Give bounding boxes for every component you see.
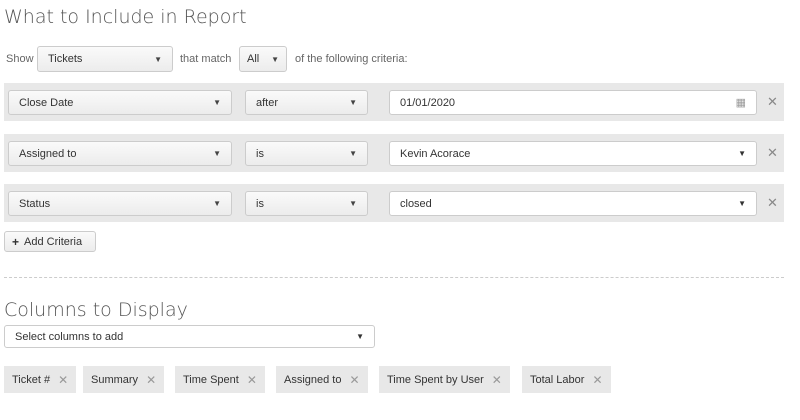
caret-down-icon: ▼ [349, 149, 357, 158]
caret-down-icon: ▼ [154, 54, 162, 64]
caret-down-icon: ▼ [738, 199, 746, 208]
remove-criteria-icon[interactable]: ✕ [767, 145, 778, 161]
column-chip: Summary ✕ [83, 366, 165, 393]
columns-select[interactable]: Select columns to add ▼ [4, 325, 375, 348]
column-chip-label: Time Spent by User [387, 373, 484, 386]
criteria-value: 01/01/2020 [400, 96, 456, 109]
match-select[interactable]: All ▼ [239, 46, 287, 72]
column-chip: Total Labor ✕ [522, 366, 611, 393]
columns-placeholder: Select columns to add [15, 330, 124, 343]
criteria-value-input[interactable]: closed ▼ [389, 191, 757, 216]
remove-criteria-icon[interactable]: ✕ [767, 94, 778, 110]
calendar-icon[interactable]: ▦ [736, 96, 746, 109]
remove-column-icon[interactable]: ✕ [592, 373, 602, 387]
caret-down-icon: ▼ [738, 149, 746, 158]
caret-down-icon: ▼ [213, 98, 221, 107]
remove-column-icon[interactable]: ✕ [247, 373, 257, 387]
column-chip: Time Spent by User ✕ [379, 366, 510, 393]
criteria-value: Kevin Acorace [400, 147, 471, 160]
add-criteria-label: Add Criteria [24, 235, 83, 248]
section-title-columns: Columns to Display [4, 299, 188, 321]
operator-value: after [256, 96, 279, 109]
remove-column-icon[interactable]: ✕ [492, 373, 502, 387]
entity-select[interactable]: Tickets ▼ [37, 46, 173, 72]
caret-down-icon: ▼ [213, 199, 221, 208]
criteria-field-select[interactable]: Status ▼ [8, 191, 232, 216]
operator-value: is [256, 147, 264, 160]
caret-down-icon: ▼ [356, 332, 364, 341]
entity-value: Tickets [48, 53, 83, 65]
criteria-operator-select[interactable]: after ▼ [245, 90, 368, 115]
column-chip-label: Ticket # [12, 373, 51, 386]
field-value: Close Date [19, 96, 74, 109]
remove-column-icon[interactable]: ✕ [349, 373, 359, 387]
criteria-suffix-label: of the following criteria: [295, 53, 408, 65]
criteria-value-input[interactable]: 01/01/2020 ▦ [389, 90, 757, 115]
remove-column-icon[interactable]: ✕ [146, 373, 156, 387]
column-chip: Ticket # ✕ [4, 366, 77, 393]
column-chip-label: Total Labor [530, 373, 585, 386]
section-title-report: What to Include in Report [4, 6, 247, 28]
caret-down-icon: ▼ [213, 149, 221, 158]
criteria-operator-select[interactable]: is ▼ [245, 191, 368, 216]
column-chip-label: Summary [91, 373, 139, 386]
add-criteria-button[interactable]: + Add Criteria [4, 231, 96, 252]
criteria-operator-select[interactable]: is ▼ [245, 141, 368, 166]
column-chip-label: Assigned to [284, 373, 342, 386]
remove-column-icon[interactable]: ✕ [58, 373, 68, 387]
caret-down-icon: ▼ [271, 54, 279, 64]
field-value: Assigned to [19, 147, 77, 160]
caret-down-icon: ▼ [349, 98, 357, 107]
criteria-value: closed [400, 197, 432, 210]
plus-icon: + [12, 234, 20, 249]
that-match-label: that match [180, 53, 232, 65]
criteria-value-input[interactable]: Kevin Acorace ▼ [389, 141, 757, 166]
column-chip: Assigned to ✕ [276, 366, 368, 393]
section-divider [4, 277, 784, 278]
criteria-field-select[interactable]: Close Date ▼ [8, 90, 232, 115]
column-chip-label: Time Spent [183, 373, 239, 386]
operator-value: is [256, 197, 264, 210]
field-value: Status [19, 197, 51, 210]
match-value: All [247, 53, 260, 65]
caret-down-icon: ▼ [349, 199, 357, 208]
column-chip: Time Spent ✕ [175, 366, 265, 393]
show-label: Show [6, 53, 34, 65]
remove-criteria-icon[interactable]: ✕ [767, 195, 778, 211]
criteria-field-select[interactable]: Assigned to ▼ [8, 141, 232, 166]
